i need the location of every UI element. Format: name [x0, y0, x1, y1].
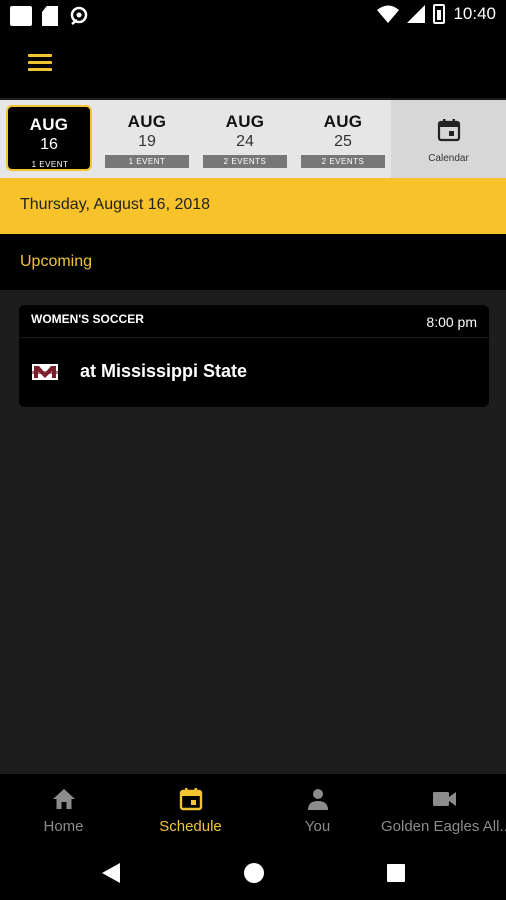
date-day: 24: [236, 133, 254, 150]
home-icon: [52, 789, 75, 809]
wifi-icon: [377, 5, 400, 23]
event-opponent: at Mississippi State: [80, 361, 248, 381]
notification-square-icon: [10, 6, 32, 26]
hamburger-menu-icon[interactable]: [28, 54, 52, 74]
event-count-badge: 2 EVENTS: [203, 155, 287, 168]
date-month: AUG: [225, 112, 265, 131]
section-title: Upcoming: [20, 253, 93, 270]
event-count-badge: 1 EVENT: [31, 160, 69, 169]
status-time: 10:40: [453, 4, 496, 23]
date-month: AUG: [127, 112, 167, 131]
date-day: 16: [40, 136, 58, 153]
calendar-button[interactable]: Calendar: [391, 100, 506, 178]
date-strip: AUG 16 1 EVENT AUG 19 1 EVENT AUG 24 2 E…: [0, 100, 506, 178]
app-bar: [0, 32, 506, 98]
event-count-badge: 1 EVENT: [105, 155, 189, 168]
sim-card-icon: [42, 6, 58, 26]
selected-date-banner: Thursday, August 16, 2018: [0, 178, 506, 234]
status-bar: 10:40: [0, 0, 506, 32]
date-item-aug-16[interactable]: AUG 16 1 EVENT: [6, 105, 92, 171]
nav-label: Home: [43, 818, 84, 835]
nav-home[interactable]: Home: [0, 774, 127, 846]
card-divider: [19, 337, 489, 338]
event-sport: WOMEN'S SOCCER: [31, 312, 144, 326]
nav-label: You: [304, 818, 331, 835]
nav-label: Schedule: [159, 818, 222, 835]
date-month: AUG: [29, 115, 69, 134]
signal-icon: [407, 5, 426, 23]
back-icon[interactable]: [101, 862, 121, 884]
battery-icon: [433, 4, 446, 24]
system-navigation-bar: [0, 846, 506, 900]
event-card[interactable]: WOMEN'S SOCCER 8:00 pm at Mississippi St…: [19, 305, 489, 407]
nav-you[interactable]: You: [254, 774, 381, 846]
person-icon: [307, 789, 328, 810]
date-day: 19: [138, 133, 156, 150]
calendar-icon: [179, 788, 202, 811]
nav-label: Golden Eagles All...: [381, 818, 506, 835]
date-day: 25: [334, 133, 352, 150]
home-circle-icon[interactable]: [243, 862, 265, 884]
date-item-aug-25[interactable]: AUG 25 2 EVENTS: [300, 104, 386, 172]
video-camera-icon: [432, 792, 456, 806]
event-time: 8:00 pm: [426, 314, 477, 330]
bottom-navigation: Home Schedule You Golden Eagles All...: [0, 774, 506, 846]
date-month: AUG: [323, 112, 363, 131]
calendar-label: Calendar: [428, 153, 469, 164]
calendar-icon: [437, 119, 460, 142]
event-count-badge: 2 EVENTS: [301, 155, 385, 168]
date-item-aug-24[interactable]: AUG 24 2 EVENTS: [202, 104, 288, 172]
nav-schedule[interactable]: Schedule: [127, 774, 254, 846]
location-icon: [70, 6, 88, 25]
nav-golden-eagles-all-access[interactable]: Golden Eagles All...: [381, 774, 506, 846]
mississippi-state-logo: [32, 364, 58, 380]
recents-square-icon[interactable]: [386, 863, 406, 883]
date-item-aug-19[interactable]: AUG 19 1 EVENT: [104, 104, 190, 172]
section-header: Upcoming: [0, 234, 506, 290]
